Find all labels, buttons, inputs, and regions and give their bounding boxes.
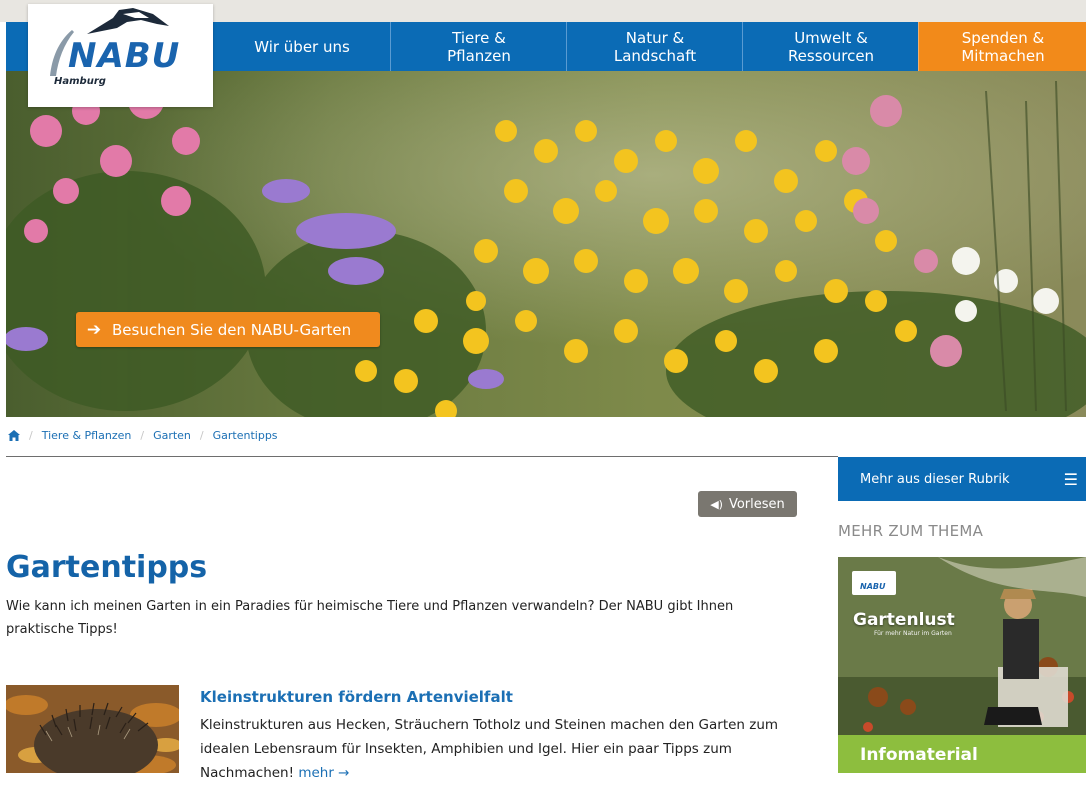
- nav-label-line2: Mitmachen: [961, 46, 1045, 65]
- breadcrumb-gartentipps[interactable]: Gartentipps: [213, 429, 278, 442]
- page-intro: Wie kann ich meinen Garten in ein Paradi…: [6, 599, 734, 637]
- nav-label-line2: Ressourcen: [787, 46, 875, 65]
- teaser-title[interactable]: Kleinstrukturen fördern Artenvielfalt: [200, 688, 513, 706]
- infomaterial-banner[interactable]: Infomaterial: [838, 735, 1086, 773]
- nav-label-line2: Landschaft: [613, 46, 697, 65]
- infomaterial-label: Infomaterial: [860, 745, 978, 765]
- promo-title: Gartenlust: [853, 610, 955, 630]
- breadcrumb-garten[interactable]: Garten: [153, 429, 191, 442]
- breadcrumb-separator: /: [29, 429, 33, 442]
- nabu-logo[interactable]: NABU Hamburg: [28, 4, 213, 107]
- nav-label-line1: Natur &: [625, 28, 685, 47]
- promo-logo-text: NABU: [860, 582, 886, 591]
- arrow-right-icon: ➔: [86, 319, 102, 340]
- promo-subtitle: Für mehr Natur im Garten: [874, 630, 952, 637]
- nav-item-natur-landschaft[interactable]: Natur & Landschaft: [566, 22, 743, 71]
- cta-label: Besuchen Sie den NABU-Garten: [112, 320, 352, 339]
- hedgehog-image[interactable]: [6, 685, 179, 773]
- nav-label-line1: Tiere &: [452, 28, 506, 47]
- nav-item-tiere-pflanzen[interactable]: Tiere & Pflanzen: [390, 22, 567, 71]
- breadcrumb-separator: /: [140, 429, 145, 442]
- rubrik-label: Mehr aus dieser Rubrik: [860, 471, 1010, 487]
- more-link[interactable]: mehr →: [298, 765, 349, 781]
- vorlesen-button[interactable]: ◀) Vorlesen: [698, 491, 797, 517]
- nav-label-line1: Wir über uns: [254, 37, 350, 56]
- vorlesen-label: Vorlesen: [728, 496, 785, 512]
- stork-icon: [87, 8, 169, 34]
- hero-banner: [6, 71, 1086, 417]
- mehr-aus-rubrik-button[interactable]: Mehr aus dieser Rubrik ☰: [838, 457, 1086, 501]
- gartenlust-promo[interactable]: NABU Gartenlust Für mehr Natur im Garten…: [838, 557, 1086, 773]
- garden-flowers-image: [6, 71, 1086, 417]
- hamburger-menu-icon: ☰: [1063, 469, 1078, 489]
- nav-item-wir-ueber-uns[interactable]: Wir über uns: [212, 22, 391, 71]
- nav-label-line2: Pflanzen: [447, 46, 511, 65]
- home-icon[interactable]: [8, 430, 20, 441]
- teaser-text: Kleinstrukturen aus Hecken, Sträuchern T…: [200, 713, 800, 785]
- nav-label-line1: Spenden &: [961, 28, 1045, 47]
- nav-label-line1: Umwelt &: [794, 28, 868, 47]
- breadcrumb-separator: /: [199, 429, 204, 442]
- content-divider: [6, 456, 838, 457]
- breadcrumb: / Tiere & Pflanzen / Garten / Gartentipp…: [8, 429, 278, 442]
- nav-item-umwelt-ressourcen[interactable]: Umwelt & Ressourcen: [742, 22, 919, 71]
- mehr-zum-thema-heading: MEHR ZUM THEMA: [838, 522, 984, 540]
- logo-name: NABU: [68, 36, 181, 76]
- speaker-icon: ◀): [710, 497, 723, 511]
- visit-nabu-garden-button[interactable]: ➔ Besuchen Sie den NABU-Garten: [76, 312, 380, 347]
- page-title: Gartentipps: [6, 550, 208, 585]
- teaser-body: Kleinstrukturen aus Hecken, Sträuchern T…: [200, 717, 779, 781]
- nav-item-spenden-mitmachen[interactable]: Spenden & Mitmachen: [918, 22, 1086, 71]
- logo-region: Hamburg: [54, 76, 106, 87]
- promo-nabu-logo: NABU: [852, 571, 896, 595]
- breadcrumb-tiere-pflanzen[interactable]: Tiere & Pflanzen: [42, 429, 132, 442]
